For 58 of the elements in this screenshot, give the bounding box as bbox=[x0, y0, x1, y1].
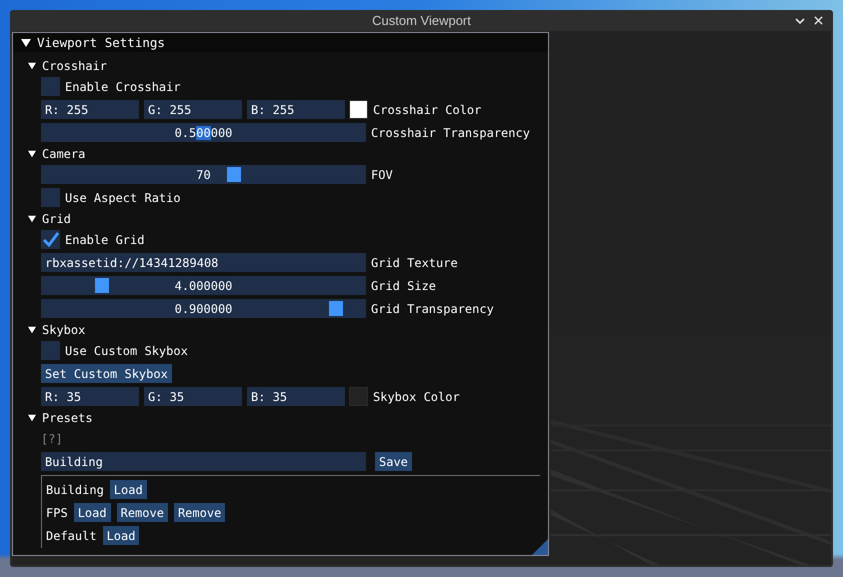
tree-node[interactable]: Crosshair bbox=[28, 58, 540, 73]
slider-value: 70 bbox=[196, 168, 211, 182]
preset-button[interactable]: Load bbox=[102, 526, 140, 545]
color-channel-field[interactable]: G: 255 bbox=[144, 100, 242, 119]
preset-button[interactable]: Load bbox=[110, 480, 147, 499]
color-channel-field[interactable]: B: 255 bbox=[247, 100, 345, 119]
save-button[interactable]: Save bbox=[375, 452, 412, 471]
preset-button[interactable]: Remove bbox=[116, 503, 168, 522]
slider-value: 4.000000 bbox=[174, 278, 232, 292]
slider-value: 0.900000 bbox=[174, 302, 232, 316]
color-channel-field[interactable]: G: 35 bbox=[144, 387, 242, 406]
slider-thumb[interactable] bbox=[227, 167, 242, 182]
help-marker[interactable]: [?] bbox=[41, 432, 63, 446]
checkbox[interactable] bbox=[41, 341, 60, 360]
field-label: FOV bbox=[371, 168, 393, 182]
resize-grip[interactable] bbox=[532, 539, 548, 555]
preset-button[interactable]: Load bbox=[74, 503, 111, 522]
field-label: Grid Transparency bbox=[371, 302, 494, 316]
field-label: Skybox Color bbox=[373, 390, 460, 404]
preset-button[interactable]: Remove bbox=[174, 503, 226, 522]
close-icon[interactable] bbox=[814, 16, 823, 25]
slider[interactable]: 4.000000 bbox=[41, 276, 366, 295]
slider[interactable]: 0.900000 bbox=[41, 299, 366, 318]
set-skybox-button[interactable]: Set Custom Skybox bbox=[41, 364, 172, 383]
field-label: Grid Size bbox=[371, 278, 436, 292]
checkbox-label: Enable Grid bbox=[65, 232, 144, 246]
color-channel-field[interactable]: R: 35 bbox=[41, 387, 139, 406]
tree-node[interactable]: Skybox bbox=[28, 322, 540, 337]
text-input-field[interactable]: rbxassetid://14341289408 bbox=[41, 253, 366, 272]
panel-titlebar[interactable]: Viewport Settings bbox=[13, 33, 548, 52]
checkbox[interactable] bbox=[41, 77, 60, 96]
tree-node[interactable]: Grid bbox=[28, 211, 540, 226]
checkbox-label: Use Custom Skybox bbox=[65, 344, 188, 358]
checkbox[interactable] bbox=[41, 230, 60, 249]
field-label: Crosshair Color bbox=[373, 102, 482, 116]
slider[interactable]: 70 bbox=[41, 165, 366, 184]
chevron-down-icon[interactable] bbox=[795, 16, 805, 26]
field-label: Grid Texture bbox=[371, 256, 458, 270]
color-swatch[interactable] bbox=[349, 100, 368, 119]
preset-name: Default bbox=[46, 528, 97, 542]
value-input-field[interactable]: 0.500000 bbox=[41, 123, 366, 142]
window-title: Custom Viewport bbox=[372, 13, 471, 28]
field-label: Crosshair Transparency bbox=[371, 126, 530, 140]
collapse-arrow-icon[interactable] bbox=[21, 38, 31, 48]
preset-name: FPS bbox=[46, 506, 68, 520]
tree-node[interactable]: Presets bbox=[28, 410, 540, 425]
panel-title: Viewport Settings bbox=[37, 35, 165, 50]
color-swatch[interactable] bbox=[349, 387, 368, 406]
tree-node[interactable]: Camera bbox=[28, 146, 540, 161]
checkbox[interactable] bbox=[41, 188, 60, 207]
slider-thumb[interactable] bbox=[95, 278, 110, 293]
preset-name: Building bbox=[46, 482, 104, 496]
slider-thumb[interactable] bbox=[328, 301, 342, 316]
color-channel-field[interactable]: R: 255 bbox=[41, 100, 139, 119]
color-channel-field[interactable]: B: 35 bbox=[247, 387, 345, 406]
preset-name-field[interactable]: Building bbox=[41, 452, 366, 471]
checkbox-label: Enable Crosshair bbox=[65, 80, 181, 94]
checkbox-label: Use Aspect Ratio bbox=[65, 190, 181, 204]
